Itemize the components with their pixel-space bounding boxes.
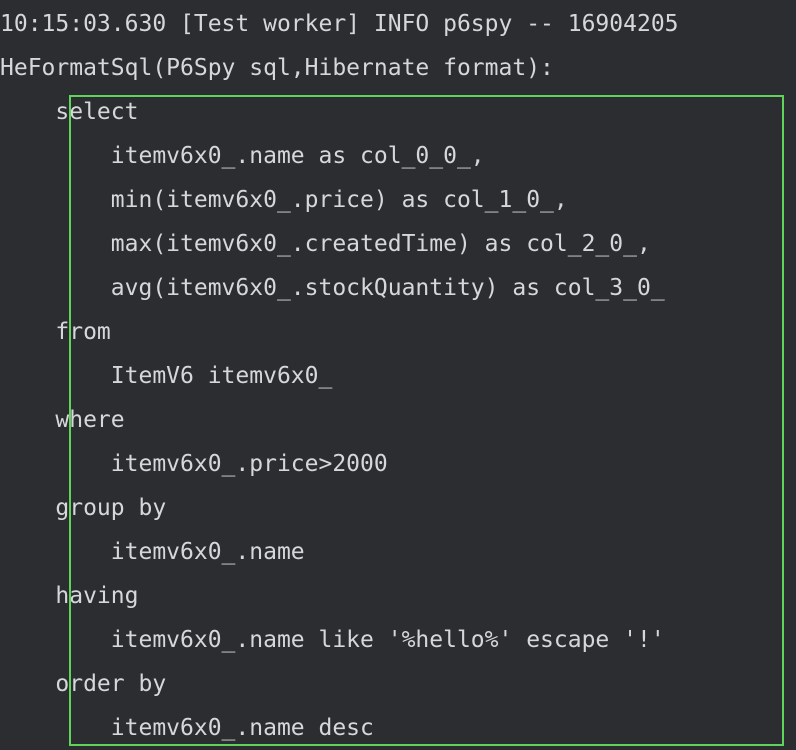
sql-line-col-max-created: max(itemv6x0_.createdTime) as col_2_0_, <box>0 231 651 257</box>
sql-line-order-by: order by <box>0 671 167 697</box>
formatter-label-line: HeFormatSql(P6Spy sql,Hibernate format): <box>0 55 554 81</box>
sql-line-group-column: itemv6x0_.name <box>0 539 305 565</box>
sql-line-col-name: itemv6x0_.name as col_0_0_, <box>0 143 485 169</box>
sql-line-having: having <box>0 583 139 609</box>
log-header-line: 10:15:03.630 [Test worker] INFO p6spy --… <box>0 11 679 37</box>
sql-line-order-column: itemv6x0_.name desc <box>0 715 374 741</box>
sql-line-select: select <box>0 99 139 125</box>
sql-line-like-condition: itemv6x0_.name like '%hello%' escape '!' <box>0 627 665 653</box>
sql-line-from: from <box>0 319 111 345</box>
sql-line-table: ItemV6 itemv6x0_ <box>0 363 333 389</box>
sql-line-col-min-price: min(itemv6x0_.price) as col_1_0_, <box>0 187 568 213</box>
console-output: 10:15:03.630 [Test worker] INFO p6spy --… <box>0 0 796 750</box>
sql-line-price-condition: itemv6x0_.price>2000 <box>0 451 388 477</box>
sql-line-group-by: group by <box>0 495 167 521</box>
sql-line-col-avg-stock: avg(itemv6x0_.stockQuantity) as col_3_0_ <box>0 275 665 301</box>
sql-line-where: where <box>0 407 125 433</box>
